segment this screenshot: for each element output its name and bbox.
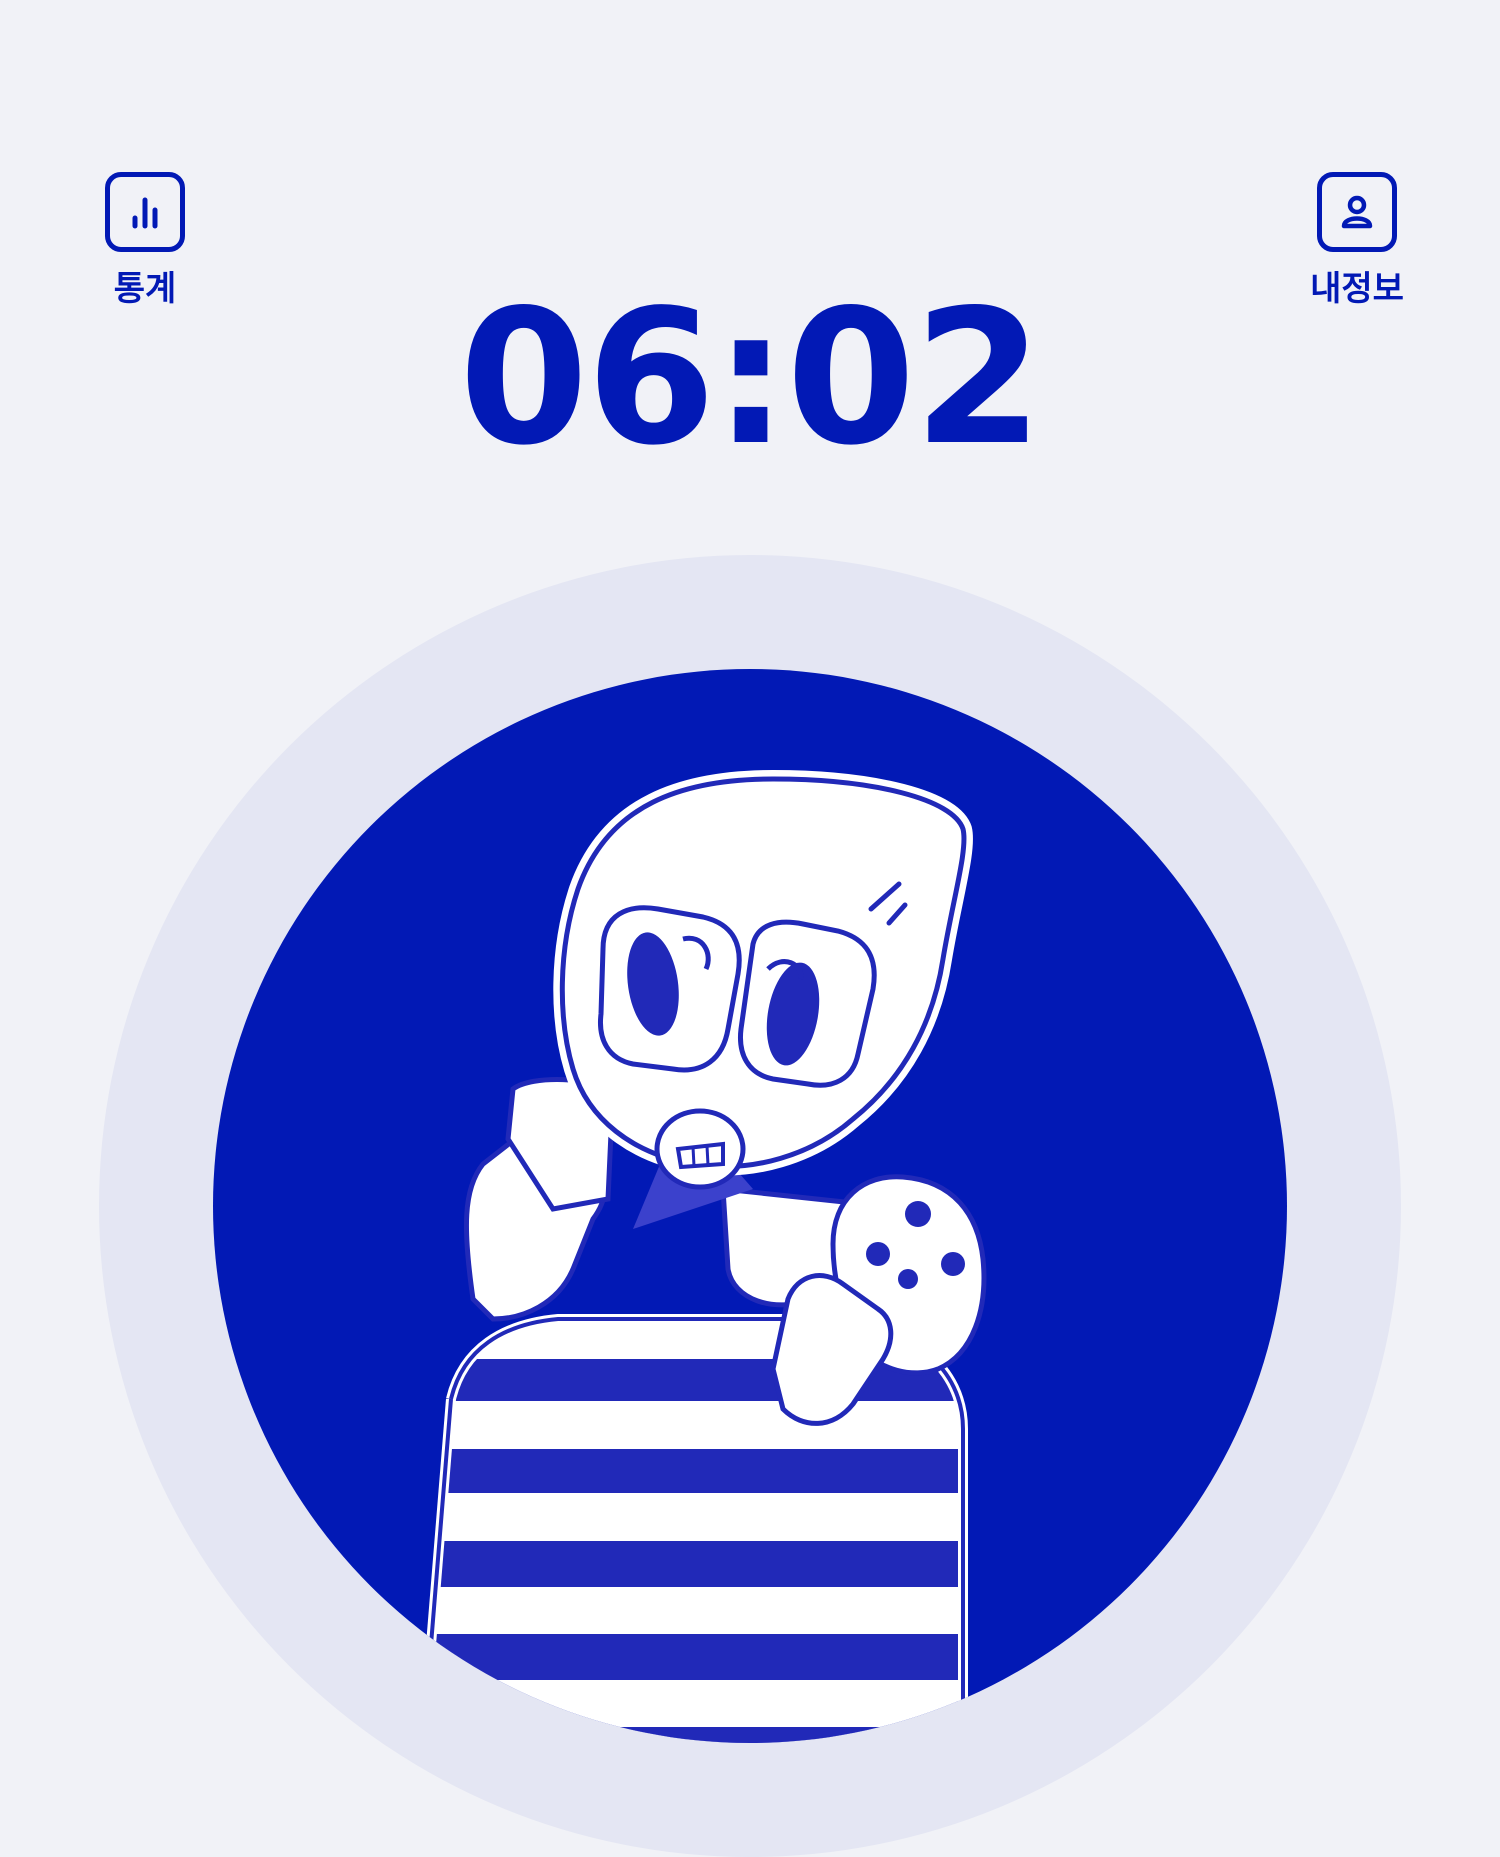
bar-chart-icon <box>105 172 185 252</box>
character-button[interactable] <box>213 669 1287 1743</box>
user-icon <box>1317 172 1397 252</box>
timer-display: 06:02 <box>458 269 1043 486</box>
character-illustration <box>418 770 987 1743</box>
